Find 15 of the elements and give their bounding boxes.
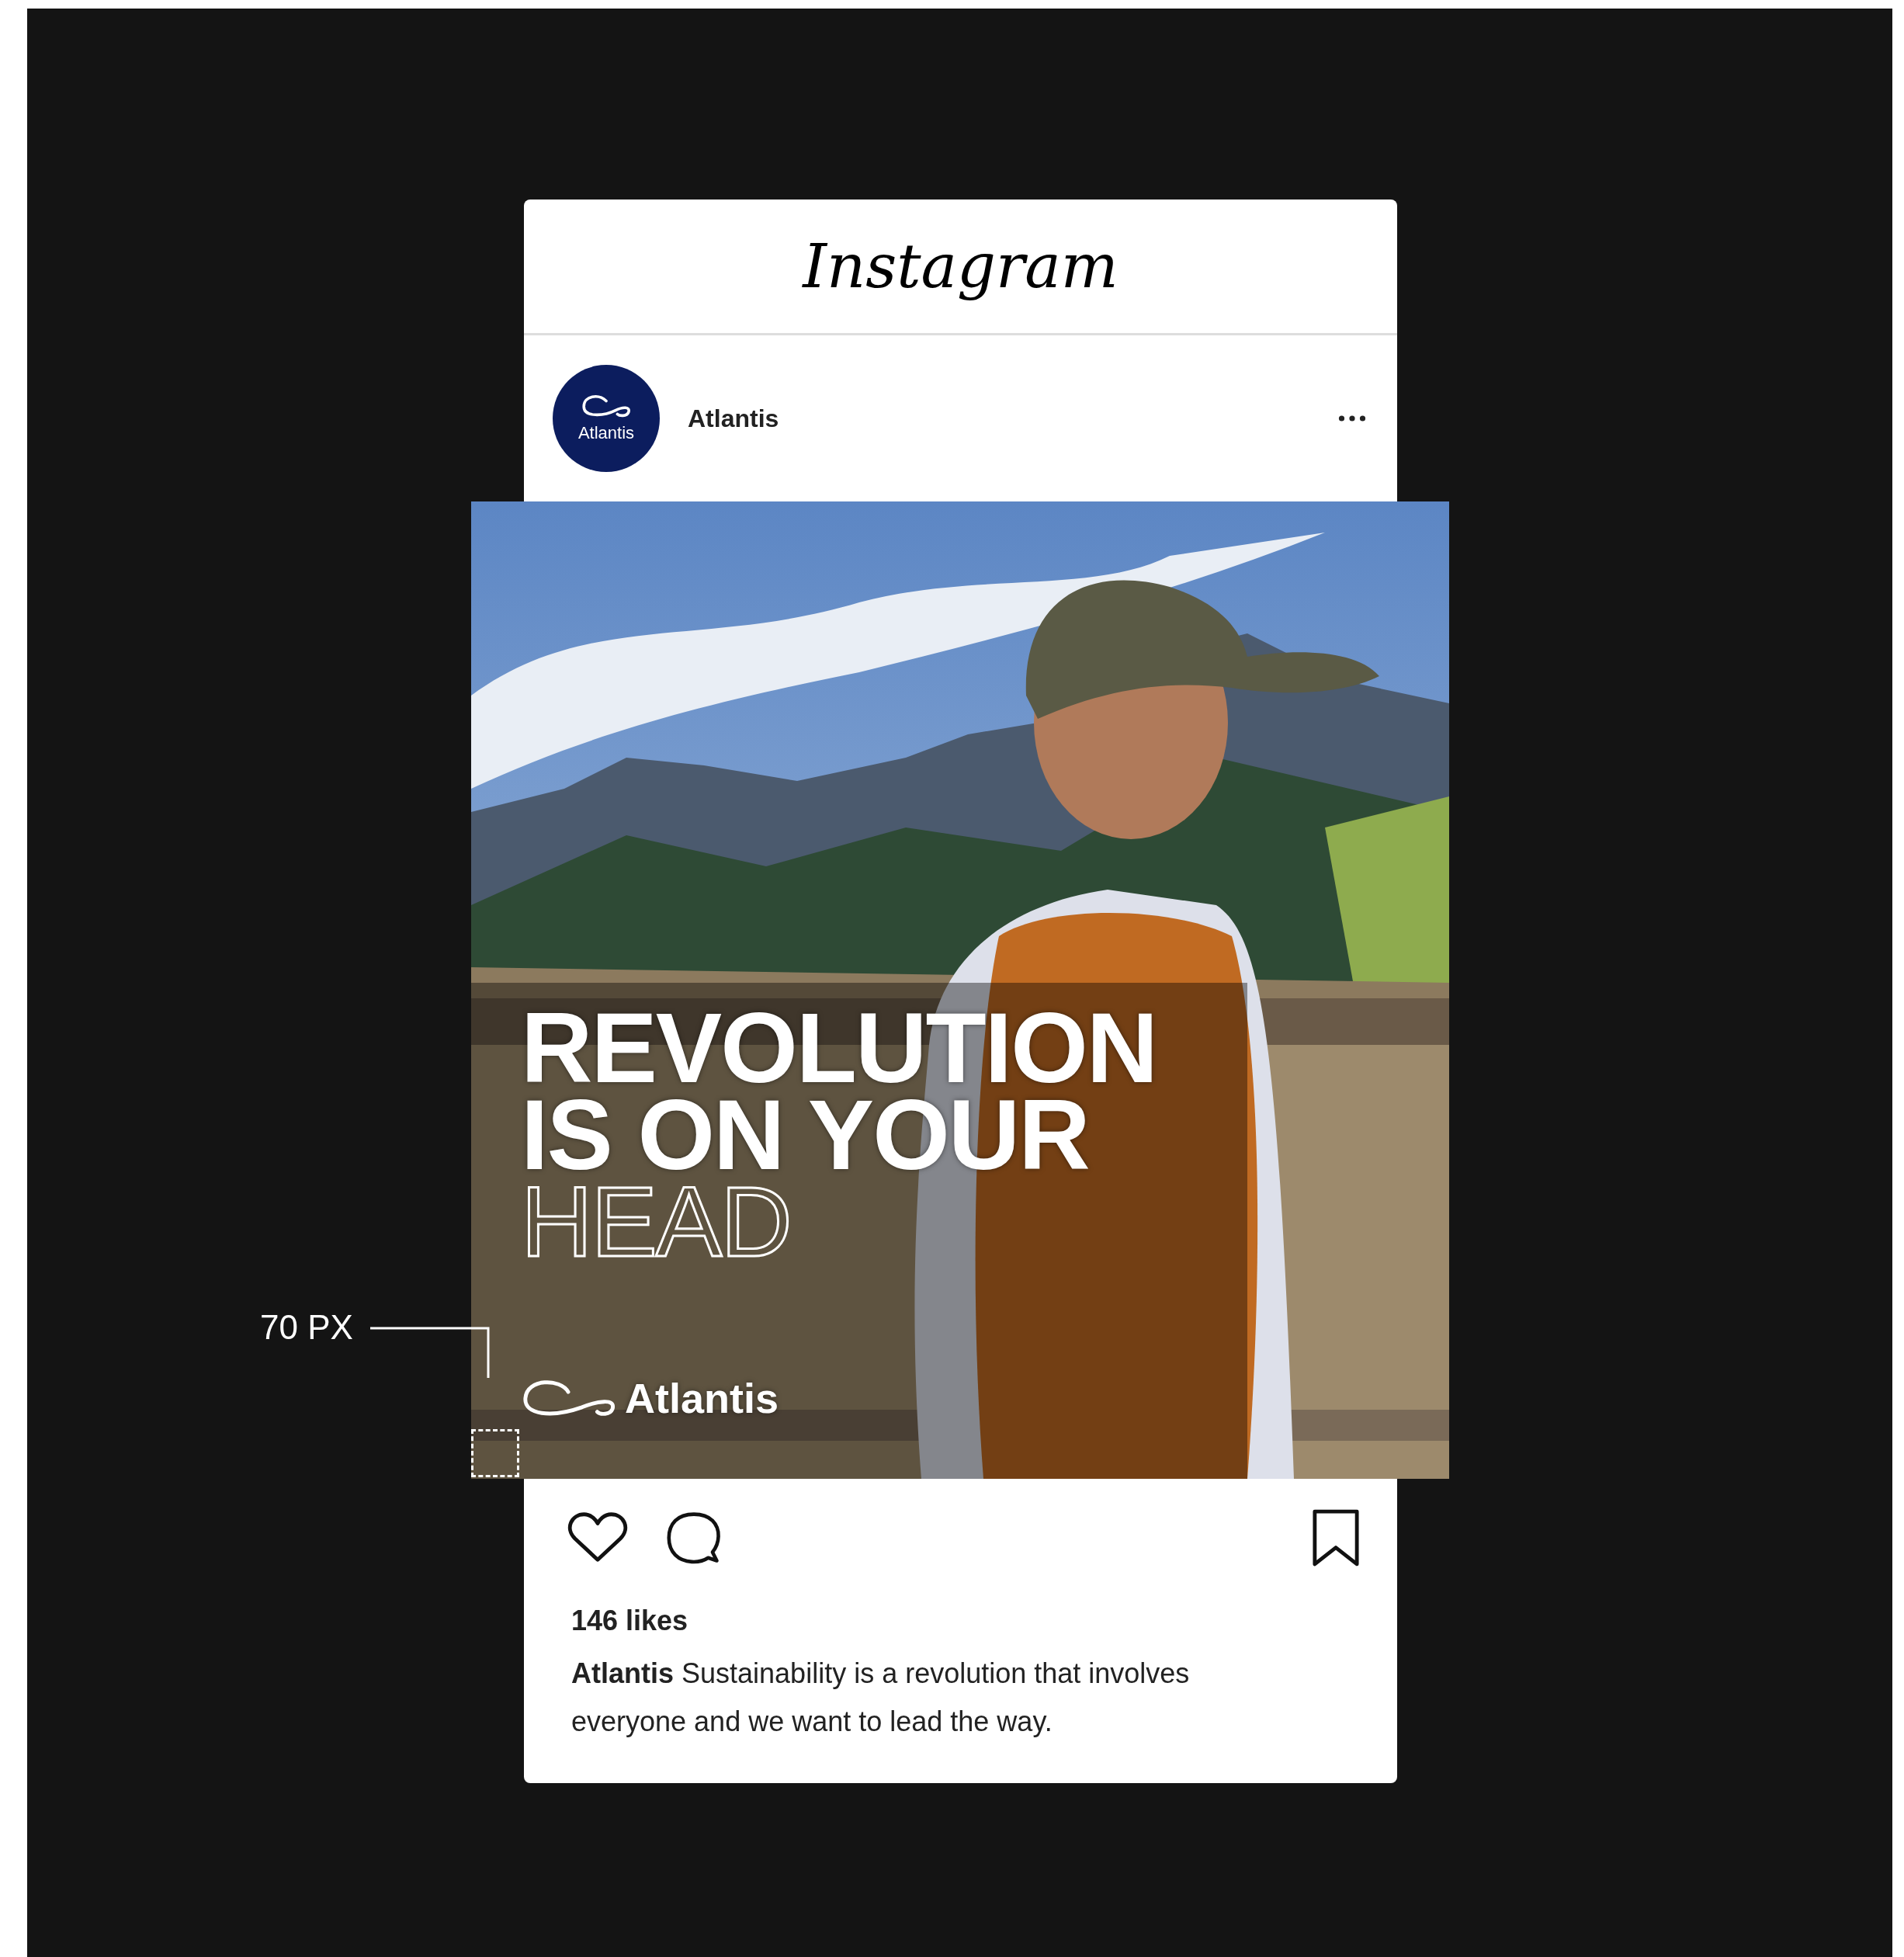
more-icon[interactable]	[1338, 415, 1366, 422]
post-caption: Atlantis Sustainability is a revolution that involves everyone and we want to lead the way.	[571, 1657, 1191, 1739]
username[interactable]: Atlantis	[688, 404, 779, 433]
avatar-label: Atlantis	[577, 423, 635, 443]
headline-line: HEAD	[521, 1178, 792, 1265]
brand-name: Atlantis	[625, 1374, 779, 1422]
likes-count: 146 likes	[571, 1605, 689, 1637]
instagram-logo: Instagram	[803, 231, 1118, 301]
headline-line: IS ON YOUR	[521, 1091, 1089, 1178]
avatar[interactable]: Atlantis	[553, 365, 660, 472]
margin-label: 70 PX	[260, 1308, 353, 1347]
bookmark-icon[interactable]	[1312, 1508, 1360, 1568]
margin-guide	[471, 1429, 519, 1477]
headline-line: REVOLUTION	[521, 1005, 1157, 1091]
comment-icon[interactable]	[665, 1511, 723, 1565]
